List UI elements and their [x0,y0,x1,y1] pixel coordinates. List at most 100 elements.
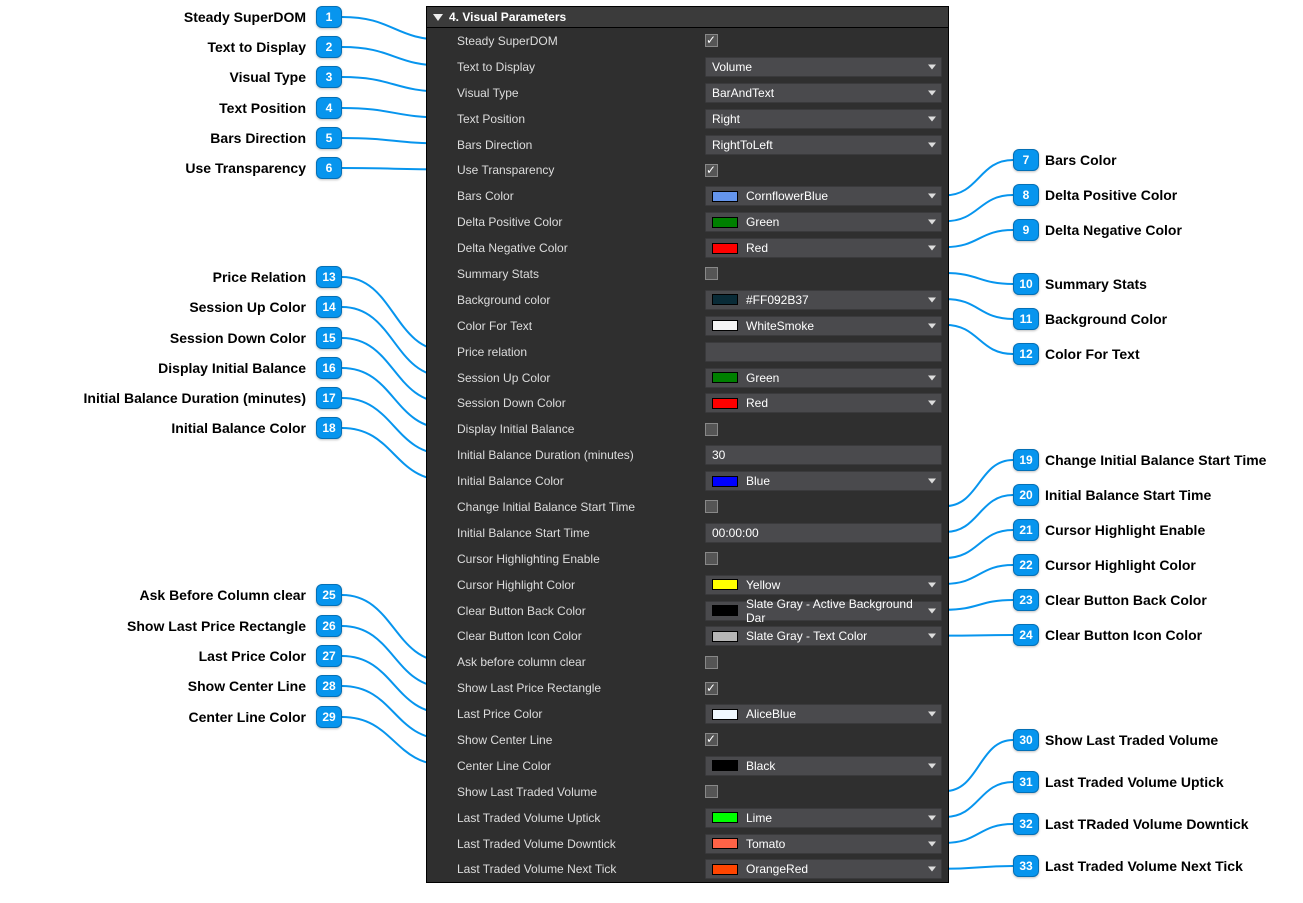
callout-bubble-11: 11 [1013,308,1039,330]
checkbox-showCenterLine[interactable] [705,733,718,746]
color-picker-cursorHlColor[interactable]: Yellow [705,575,942,595]
input-ibDuration[interactable]: 30 [705,445,942,465]
input-priceRelation[interactable] [705,342,942,362]
panel-header[interactable]: 4. Visual Parameters [427,7,948,28]
chevron-down-icon [928,323,936,328]
row-deltaPositiveColor: Delta Positive ColorGreen [427,209,948,235]
label-useTransparency: Use Transparency [427,163,705,177]
callout-label-4: Text Position [219,100,306,116]
color-picker-ibColor[interactable]: Blue [705,471,942,491]
callout-label-10: Summary Stats [1045,276,1147,292]
label-lastTradedVolUp: Last Traded Volume Uptick [427,811,705,825]
color-picker-colorForText[interactable]: WhiteSmoke [705,316,942,336]
label-clearBtnIcon: Clear Button Icon Color [427,629,705,643]
select-visualType[interactable]: BarAndText [705,83,942,103]
color-picker-centerLineColor[interactable]: Black [705,756,942,776]
visual-parameters-panel: 4. Visual Parameters Steady SuperDOM Text… [426,6,949,883]
label-barsDirection: Bars Direction [427,138,705,152]
callout-label-19: Change Initial Balance Start Time [1045,452,1266,468]
row-ibDuration: Initial Balance Duration (minutes)30 [427,442,948,468]
checkbox-summaryStats[interactable] [705,267,718,280]
callout-bubble-23: 23 [1013,589,1039,611]
callout-label-14: Session Up Color [189,299,306,315]
color-picker-lastTradedVolNext[interactable]: OrangeRed [705,859,942,879]
chevron-down-icon [928,582,936,587]
checkbox-changeIbStart[interactable] [705,500,718,513]
color-picker-backgroundColor[interactable]: #FF092B37 [705,290,942,310]
callout-label-3: Visual Type [229,69,306,85]
select-barsDirection[interactable]: RightToLeft [705,135,942,155]
swatch-barsColor [712,191,738,202]
label-textToDisplay: Text to Display [427,60,705,74]
callout-label-31: Last Traded Volume Uptick [1045,774,1224,790]
label-textPosition: Text Position [427,112,705,126]
swatch-lastTradedVolUp [712,812,738,823]
value-textPosition: Right [712,112,740,126]
row-sessionDownColor: Session Down Color Red [427,390,948,416]
callout-label-1: Steady SuperDOM [184,9,306,25]
callout-bubble-25: 25 [316,584,342,606]
callout-bubble-30: 30 [1013,729,1039,751]
callout-bubble-22: 22 [1013,554,1039,576]
color-picker-deltaPositiveColor[interactable]: Green [705,212,942,232]
value-centerLineColor: Black [746,759,775,773]
checkbox-displayInitialBalance[interactable] [705,423,718,436]
color-picker-sessionDownColor[interactable]: Red [705,393,942,413]
checkbox-steadySuperdom[interactable] [705,34,718,47]
color-picker-sessionUpColor[interactable]: Green [705,368,942,388]
value-clearBtnBack: Slate Gray - Active Background Dar [746,597,923,625]
color-picker-deltaNegativeColor[interactable]: Red [705,238,942,258]
select-textToDisplay[interactable]: Volume [705,57,942,77]
label-cursorHlEnable: Cursor Highlighting Enable [427,552,705,566]
row-showCenterLine: Show Center Line [427,727,948,753]
label-lastTradedVolNext: Last Traded Volume Next Tick [427,862,705,876]
row-visualType: Visual TypeBarAndText [427,80,948,106]
color-picker-lastTradedVolDown[interactable]: Tomato [705,834,942,854]
callout-bubble-28: 28 [316,675,342,697]
chevron-down-icon [928,90,936,95]
callout-label-21: Cursor Highlight Enable [1045,522,1205,538]
callout-bubble-14: 14 [316,296,342,318]
value-ibColor: Blue [746,474,770,488]
color-picker-lastPriceColor[interactable]: AliceBlue [705,704,942,724]
chevron-down-icon [928,634,936,639]
callout-bubble-27: 27 [316,645,342,667]
label-deltaNegativeColor: Delta Negative Color [427,241,705,255]
label-summaryStats: Summary Stats [427,267,705,281]
callout-label-13: Price Relation [213,269,306,285]
color-picker-clearBtnIcon[interactable]: Slate Gray - Text Color [705,626,942,646]
checkbox-showLastPriceRect[interactable] [705,682,718,695]
swatch-backgroundColor [712,294,738,305]
row-showLastTradedVol: Show Last Traded Volume [427,779,948,805]
chevron-down-icon [928,375,936,380]
chevron-down-icon [928,479,936,484]
callout-bubble-31: 31 [1013,771,1039,793]
color-picker-clearBtnBack[interactable]: Slate Gray - Active Background Dar [705,601,942,621]
value-sessionUpColor: Green [746,371,779,385]
checkbox-askBeforeClear[interactable] [705,656,718,669]
label-steadySuperdom: Steady SuperDOM [427,34,705,48]
color-picker-barsColor[interactable]: CornflowerBlue [705,186,942,206]
label-ibStartTime: Initial Balance Start Time [427,526,705,540]
label-deltaPositiveColor: Delta Positive Color [427,215,705,229]
row-textToDisplay: Text to DisplayVolume [427,54,948,80]
select-textPosition[interactable]: Right [705,109,942,129]
checkbox-useTransparency[interactable] [705,164,718,177]
swatch-lastPriceColor [712,709,738,720]
label-showLastTradedVol: Show Last Traded Volume [427,785,705,799]
value-cursorHlColor: Yellow [746,578,780,592]
callout-label-9: Delta Negative Color [1045,222,1182,238]
input-ibStartTime[interactable]: 00:00:00 [705,523,942,543]
checkbox-showLastTradedVol[interactable] [705,785,718,798]
row-lastTradedVolNext: Last Traded Volume Next TickOrangeRed [427,857,948,883]
label-sessionDownColor: Session Down Color [427,396,705,410]
checkbox-cursorHlEnable[interactable] [705,552,718,565]
swatch-lastTradedVolDown [712,838,738,849]
panel-body: Steady SuperDOMText to DisplayVolumeVisu… [427,28,948,882]
value-sessionDownColor: Red [746,396,768,410]
color-picker-lastTradedVolUp[interactable]: Lime [705,808,942,828]
chevron-down-icon [928,401,936,406]
row-deltaNegativeColor: Delta Negative ColorRed [427,235,948,261]
collapse-icon [433,14,443,21]
row-colorForText: Color For TextWhiteSmoke [427,313,948,339]
